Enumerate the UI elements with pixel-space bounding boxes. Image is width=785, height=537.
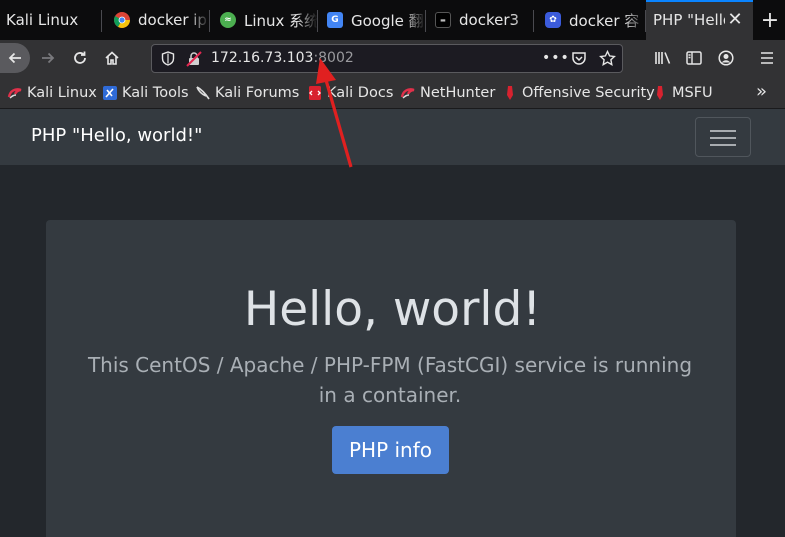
tab-docker3[interactable]: ▬ docker3 xyxy=(426,0,534,40)
star-icon[interactable] xyxy=(599,49,616,71)
home-icon xyxy=(105,51,119,65)
bookmark-label: Kali Docs xyxy=(327,85,394,101)
insecure-lock-icon[interactable] xyxy=(186,51,202,71)
tab-title: docker3 xyxy=(459,11,520,29)
google-translate-icon: G xyxy=(327,12,343,28)
baidu-icon: ✿ xyxy=(545,12,561,28)
library-icon xyxy=(655,52,671,64)
address-bar[interactable]: 172.16.73.103:8002 ••• xyxy=(151,44,623,73)
home-button[interactable] xyxy=(97,43,127,73)
arrow-right-icon xyxy=(42,52,55,64)
pocket-icon[interactable] xyxy=(571,51,587,70)
new-tab-button[interactable]: + xyxy=(755,0,785,40)
kali-forums-icon xyxy=(195,85,211,101)
php-info-button[interactable]: PHP info xyxy=(332,426,449,474)
forward-button[interactable] xyxy=(33,43,63,73)
sidebar-icon xyxy=(686,51,702,65)
bookmark-label: Kali Tools xyxy=(122,85,189,101)
bookmark-label: Offensive Security xyxy=(522,85,655,101)
bookmark-offensive-security[interactable]: Offensive Security xyxy=(502,83,655,103)
hamburger-icon-bar xyxy=(710,137,736,139)
bookmark-kali-docs[interactable]: Kali Docs xyxy=(307,83,393,103)
tab-docker-ip[interactable]: docker ip xyxy=(102,0,210,40)
reload-icon xyxy=(74,51,86,64)
linux-site-icon: ≈ xyxy=(220,12,236,28)
tab-linux-system[interactable]: ≈ Linux 系统 xyxy=(210,0,318,40)
tab-php-hello[interactable]: PHP "Hello ✕ xyxy=(646,0,753,40)
close-icon[interactable]: ✕ xyxy=(727,11,743,29)
tab-strip: Kali Linux docker ip ≈ Linux 系统 G Google… xyxy=(0,0,785,40)
docker3-icon: ▬ xyxy=(435,12,451,28)
bookmarks-overflow-button[interactable]: » xyxy=(756,80,768,102)
menu-button[interactable] xyxy=(752,43,782,73)
chrome-icon xyxy=(114,12,130,28)
back-button[interactable] xyxy=(0,43,30,73)
navbar-toggler-button[interactable] xyxy=(695,117,751,157)
bookmark-kali-forums[interactable]: Kali Forums xyxy=(195,83,299,103)
account-icon xyxy=(718,50,734,66)
sidebar-button[interactable] xyxy=(679,43,709,73)
tab-google-translate[interactable]: G Google 翻 xyxy=(318,0,426,40)
bookmark-nethunter[interactable]: NetHunter xyxy=(400,83,495,103)
bookmark-msfu[interactable]: MSFU xyxy=(652,83,713,103)
hamburger-icon-bar xyxy=(710,130,736,132)
bookmark-label: Kali Linux xyxy=(27,85,97,101)
site-navbar: PHP "Hello, world!" xyxy=(0,109,785,165)
tab-docker-container[interactable]: ✿ docker 容 xyxy=(534,0,646,40)
chevron-double-right-icon: » xyxy=(756,80,768,102)
library-button[interactable] xyxy=(648,43,678,73)
account-button[interactable] xyxy=(711,43,741,73)
kali-docs-icon xyxy=(307,85,323,101)
url-port: :8002 xyxy=(313,50,354,66)
bookmarks-toolbar: Kali Linux Kali Tools Kali Forums Kali D… xyxy=(0,76,785,109)
kali-tools-icon xyxy=(102,85,118,101)
arrow-left-icon xyxy=(8,52,21,64)
hamburger-icon xyxy=(761,52,773,64)
shield-icon[interactable] xyxy=(161,51,175,70)
reload-button[interactable] xyxy=(65,43,95,73)
kali-dragon-icon xyxy=(7,85,23,101)
bookmark-label: NetHunter xyxy=(420,85,496,101)
bookmark-label: Kali Forums xyxy=(215,85,300,101)
tab-title: Kali Linux xyxy=(6,11,79,29)
lead-text: This CentOS / Apache / PHP-FPM (FastCGI)… xyxy=(87,353,693,407)
plus-icon: + xyxy=(760,7,780,33)
url-text[interactable]: 172.16.73.103:8002 xyxy=(211,50,354,66)
hamburger-icon-bar xyxy=(710,144,736,146)
page-actions-icon[interactable]: ••• xyxy=(542,50,570,66)
nethunter-icon xyxy=(400,85,416,101)
url-host: 172.16.73.103 xyxy=(211,50,314,66)
msfu-icon xyxy=(652,85,668,101)
navigation-toolbar: 172.16.73.103:8002 ••• xyxy=(0,40,785,76)
bookmark-label: MSFU xyxy=(672,85,713,101)
tab-kali-linux[interactable]: Kali Linux xyxy=(0,0,102,40)
tab-title: PHP "Hello xyxy=(653,11,725,29)
navbar-brand[interactable]: PHP "Hello, world!" xyxy=(31,125,202,146)
page-title: Hello, world! xyxy=(243,282,542,337)
bookmark-kali-tools[interactable]: Kali Tools xyxy=(102,83,189,103)
offsec-icon xyxy=(502,85,518,101)
bookmark-kali-linux[interactable]: Kali Linux xyxy=(7,83,97,103)
